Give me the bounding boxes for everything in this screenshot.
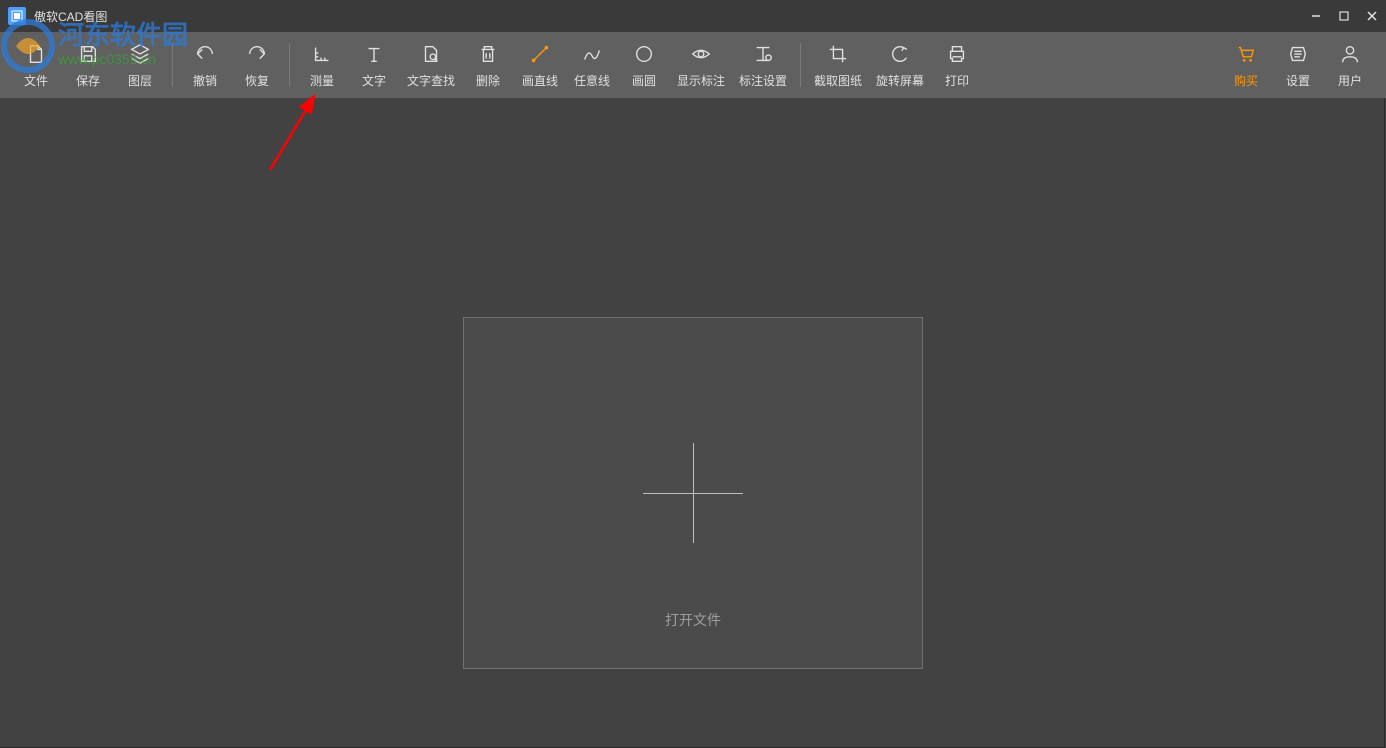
delete-icon bbox=[476, 42, 500, 66]
save-button[interactable]: 保存 bbox=[62, 35, 114, 95]
draw-circle-button[interactable]: 画圆 bbox=[618, 35, 670, 95]
close-button[interactable] bbox=[1358, 0, 1386, 32]
measure-icon bbox=[310, 42, 334, 66]
canvas-area: 打开文件 bbox=[0, 98, 1385, 748]
show-annotation-icon bbox=[689, 42, 713, 66]
print-icon bbox=[945, 42, 969, 66]
open-file-label: 打开文件 bbox=[665, 610, 721, 630]
undo-button[interactable]: 撤销 bbox=[179, 35, 231, 95]
any-line-button[interactable]: 任意线 bbox=[566, 35, 618, 95]
user-icon bbox=[1338, 42, 1362, 66]
toolbar: 文件 保存 图层 撤销 恢复 bbox=[0, 32, 1386, 98]
redo-icon bbox=[245, 42, 269, 66]
text-find-icon bbox=[419, 42, 443, 66]
plus-icon bbox=[643, 443, 743, 543]
redo-button[interactable]: 恢复 bbox=[231, 35, 283, 95]
delete-button[interactable]: 删除 bbox=[462, 35, 514, 95]
rotate-icon bbox=[888, 42, 912, 66]
layer-icon bbox=[128, 42, 152, 66]
measure-button[interactable]: 测量 bbox=[296, 35, 348, 95]
maximize-button[interactable] bbox=[1330, 0, 1358, 32]
text-icon bbox=[362, 42, 386, 66]
draw-line-icon bbox=[528, 42, 552, 66]
crop-drawing-button[interactable]: 截取图纸 bbox=[807, 35, 869, 95]
file-icon bbox=[24, 42, 48, 66]
rotate-screen-button[interactable]: 旋转屏幕 bbox=[869, 35, 931, 95]
print-button[interactable]: 打印 bbox=[931, 35, 983, 95]
file-button[interactable]: 文件 bbox=[10, 35, 62, 95]
annotation-settings-button[interactable]: 标注设置 bbox=[732, 35, 794, 95]
toolbar-divider bbox=[289, 43, 290, 87]
any-line-icon bbox=[580, 42, 604, 66]
text-button[interactable]: 文字 bbox=[348, 35, 400, 95]
buy-button[interactable]: 购买 bbox=[1220, 35, 1272, 95]
undo-icon bbox=[193, 42, 217, 66]
annotation-settings-icon bbox=[751, 42, 775, 66]
window-controls bbox=[1302, 0, 1386, 32]
text-find-button[interactable]: 文字查找 bbox=[400, 35, 462, 95]
open-file-dropzone[interactable]: 打开文件 bbox=[463, 317, 923, 669]
settings-icon bbox=[1286, 42, 1310, 66]
show-annotation-button[interactable]: 显示标注 bbox=[670, 35, 732, 95]
app-title: 傲软CAD看图 bbox=[34, 8, 107, 25]
app-icon bbox=[8, 7, 26, 25]
draw-line-button[interactable]: 画直线 bbox=[514, 35, 566, 95]
minimize-button[interactable] bbox=[1302, 0, 1330, 32]
cart-icon bbox=[1234, 42, 1258, 66]
crop-icon bbox=[826, 42, 850, 66]
settings-button[interactable]: 设置 bbox=[1272, 35, 1324, 95]
titlebar: 傲软CAD看图 bbox=[0, 0, 1386, 32]
toolbar-divider bbox=[172, 43, 173, 87]
save-icon bbox=[76, 42, 100, 66]
user-button[interactable]: 用户 bbox=[1324, 35, 1376, 95]
layer-button[interactable]: 图层 bbox=[114, 35, 166, 95]
toolbar-divider bbox=[800, 43, 801, 87]
circle-icon bbox=[632, 42, 656, 66]
